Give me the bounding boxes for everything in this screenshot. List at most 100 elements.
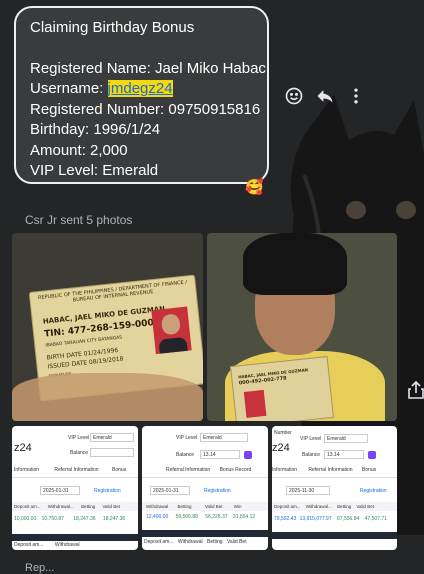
photo-account-screenshot-3[interactable]: Number VIP Level Emerald z24 Balance 13.… — [272, 426, 397, 550]
message-title: Claiming Birthday Bonus — [30, 19, 195, 36]
bottom-text: Rep... — [25, 562, 55, 574]
username-line: Username: jmdegz24 — [30, 79, 253, 100]
react-button[interactable] — [280, 82, 307, 109]
reply-icon — [317, 89, 332, 103]
cell-withdrawal: 12,400.00 — [146, 514, 169, 520]
footer-deposit: Deposit am... — [144, 539, 174, 545]
tab-referral[interactable]: Referral Information — [166, 467, 210, 473]
message-bubble[interactable]: Claiming Birthday Bonus Registered Name:… — [14, 6, 269, 184]
col-valid-bet: Valid Bet — [204, 504, 223, 509]
message-actions — [280, 82, 369, 109]
balance-box — [90, 448, 134, 457]
footer-valid-bet: Valid Bet — [226, 539, 247, 545]
col-deposit: Deposit am... — [14, 504, 41, 509]
username-link[interactable]: jmdegz24 — [107, 80, 173, 97]
more-button[interactable] — [342, 82, 369, 109]
tab-bar: Information Referral Information Bonus — [12, 464, 138, 478]
tab-bonus[interactable]: Bonus — [112, 467, 126, 473]
balance-label: Balance — [176, 452, 195, 458]
message-reaction[interactable]: 🥰 — [245, 178, 264, 196]
balance-value: 13.14 — [200, 450, 240, 459]
more-vertical-icon — [353, 88, 358, 103]
reply-button[interactable] — [311, 82, 338, 109]
birthday: Birthday: 1996/1/24 — [30, 121, 161, 138]
vip-label: VIP Level — [176, 435, 198, 441]
vip-value: Emerald — [90, 433, 134, 442]
cell-betting: 18,247.36 — [73, 516, 96, 522]
tab-bonus[interactable]: Bonus — [362, 467, 376, 473]
date-field: 2025-01-31 — [40, 486, 80, 495]
scroll-bar — [142, 530, 268, 537]
cell-deposit: 79,592.43 — [274, 516, 297, 522]
sender-caption: Csr Jr sent 5 photos — [25, 213, 133, 227]
registration-link: Registration — [94, 488, 121, 494]
table-header: Deposit am... Withdrawal... Betting Vali… — [272, 502, 397, 511]
cell-betting: 59,506.88 — [175, 514, 198, 520]
vip-value: Emerald — [200, 433, 248, 442]
cell-betting: 67,556.84 — [337, 516, 360, 522]
col-deposit: Deposit am... — [274, 504, 301, 509]
col-betting: Betting — [337, 504, 352, 509]
registration-link: Registration — [204, 488, 231, 494]
username-fragment: z24 — [272, 442, 290, 454]
col-valid-bet: Valid Bet — [356, 504, 375, 509]
held-id-photo — [243, 389, 267, 418]
registered-name: Registered Name: Jael Miko Habac — [30, 59, 266, 77]
cell-withdrawal: 13,915,077.97 — [299, 516, 332, 522]
table-header: Deposit am... Withdrawal... Betting Vali… — [12, 502, 138, 511]
id-photo — [151, 306, 192, 355]
registration-link: Registration — [360, 488, 387, 494]
col-valid-bet: Valid Bet — [102, 504, 121, 509]
footer-row: Deposit am... Withdrawal — [14, 542, 80, 548]
footer-withdrawal: Withdrawal — [177, 539, 203, 545]
vip-value: Emerald — [324, 434, 368, 443]
col-withdrawal: Withdrawal... — [305, 504, 332, 509]
table-row: 10,000.00 10,750.87 18,247.36 18,247.36 — [14, 516, 125, 522]
table-header: Withdrawal Betting Valid Bet Win — [142, 502, 268, 511]
share-icon[interactable] — [407, 380, 424, 400]
scroll-bar — [12, 534, 138, 541]
footer-deposit: Deposit am... — [14, 542, 44, 548]
photo-tin-id[interactable]: REPUBLIC OF THE PHILIPPINES / DEPARTMENT… — [12, 233, 203, 421]
photo-account-screenshot-1[interactable]: VIP Level Emerald z24 Balance Informatio… — [12, 426, 138, 550]
table-row: 79,592.43 13,915,077.97 67,556.84 47,507… — [274, 516, 387, 522]
col-betting: Betting — [177, 504, 192, 509]
tab-information[interactable]: Information — [14, 467, 39, 473]
cell-valid-bet: 47,507.71 — [364, 516, 387, 522]
tab-referral[interactable]: Referral Information — [54, 467, 98, 473]
number-label: Number — [274, 430, 292, 436]
vip-label: VIP Level — [68, 435, 90, 441]
refresh-icon[interactable] — [244, 451, 252, 459]
tab-bonus-record[interactable]: Bonus Record — [220, 467, 252, 473]
refresh-icon[interactable] — [368, 451, 376, 459]
col-win: Win — [233, 504, 242, 509]
smile-icon — [285, 87, 302, 104]
username-label: Username: — [30, 80, 108, 97]
username-fragment: z24 — [14, 442, 32, 454]
table-row: 12,400.00 59,506.88 56,226.37 31,654.12 — [146, 514, 255, 520]
cell-deposit: 10,000.00 — [14, 516, 37, 522]
held-id-card: HABAC, JAEL MIKO DE GUZMAN 000-492-002-7… — [230, 356, 334, 421]
footer-betting: Betting — [206, 539, 223, 545]
hair-image — [243, 233, 347, 295]
cell-valid-bet: 18,247.36 — [102, 516, 126, 522]
cell-withdrawal: 10,750.87 — [41, 516, 64, 522]
col-betting: Betting — [81, 504, 96, 509]
photo-account-screenshot-2[interactable]: VIP Level Emerald Balance 13.14 Referral… — [142, 426, 268, 550]
tab-information[interactable]: Information — [272, 467, 297, 473]
vip-level: VIP Level: Emerald — [30, 162, 159, 179]
vip-label: VIP Level — [300, 436, 322, 442]
tab-bar: Information Referral Information Bonus — [272, 464, 397, 478]
registered-number: Registered Number: 09750915816 — [30, 100, 261, 118]
id-header: REPUBLIC OF THE PHILIPPINES / DEPARTMENT… — [37, 279, 188, 304]
footer-row: Deposit am... Withdrawal Betting Valid B… — [144, 539, 247, 545]
col-withdrawal: Withdrawal... — [47, 504, 74, 509]
cell-valid-bet: 56,226.37 — [205, 514, 228, 520]
hand-image — [12, 373, 203, 421]
tab-referral[interactable]: Referral Information — [308, 467, 352, 473]
balance-label: Balance — [70, 450, 89, 456]
balance-value: 13.14 — [324, 450, 364, 459]
date-field: 2025-01-31 — [150, 486, 190, 495]
photo-selfie-with-id[interactable]: HABAC, JAEL MIKO DE GUZMAN 000-492-002-7… — [207, 233, 397, 421]
cell-win: 31,654.12 — [232, 514, 256, 520]
